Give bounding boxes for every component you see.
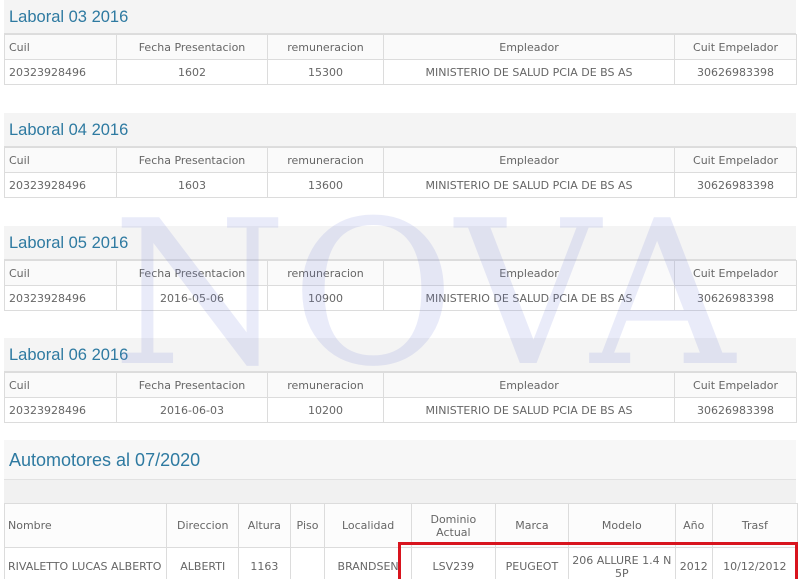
cell-altura: 1163 bbox=[238, 547, 291, 579]
cell-dominio: LSV239 bbox=[410, 547, 496, 579]
table-row: RIVALETTO LUCAS ALBERTO ALBERTI 1163 BRA… bbox=[3, 547, 799, 579]
cell-anio: 2012 bbox=[674, 547, 713, 579]
header-remuneracion: remuneracion bbox=[267, 34, 384, 60]
header-remuneracion: remuneracion bbox=[267, 260, 384, 286]
header-cuil: Cuil bbox=[4, 260, 117, 286]
cell-empleador: MINISTERIO DE SALUD PCIA DE BS AS bbox=[383, 397, 675, 423]
laboral-section-04: Laboral 04 2016 Cuil Fecha Presentacion … bbox=[4, 113, 797, 198]
header-localidad: Localidad bbox=[324, 503, 412, 548]
cell-cuit: 30626983398 bbox=[674, 59, 797, 85]
header-anio: Año bbox=[674, 503, 713, 548]
cell-marca: PEUGEOT bbox=[494, 547, 569, 579]
cell-remuneracion: 13600 bbox=[267, 172, 384, 198]
automotores-title: Automotores al 07/2020 bbox=[4, 440, 796, 480]
cell-cuit: 30626983398 bbox=[674, 172, 797, 198]
cell-nombre: RIVALETTO LUCAS ALBERTO bbox=[3, 547, 168, 579]
header-direccion: Direccion bbox=[166, 503, 240, 548]
laboral-section-03: Laboral 03 2016 Cuil Fecha Presentacion … bbox=[4, 0, 797, 85]
laboral-table: Cuil Fecha Presentacion remuneracion Emp… bbox=[4, 34, 797, 85]
header-cuil: Cuil bbox=[4, 34, 117, 60]
header-fecha: Fecha Presentacion bbox=[116, 147, 268, 173]
cell-trasf: 10/12/2012 bbox=[711, 547, 799, 579]
cell-cuil: 20323928496 bbox=[4, 285, 117, 311]
cell-cuil: 20323928496 bbox=[4, 172, 117, 198]
table-header-row: Cuil Fecha Presentacion remuneracion Emp… bbox=[4, 260, 797, 286]
header-fecha: Fecha Presentacion bbox=[116, 34, 268, 60]
cell-cuit: 30626983398 bbox=[674, 285, 797, 311]
cell-fecha: 2016-05-06 bbox=[116, 285, 268, 311]
cell-remuneracion: 10200 bbox=[267, 397, 384, 423]
laboral-section-06: Laboral 06 2016 Cuil Fecha Presentacion … bbox=[4, 338, 797, 423]
cell-cuil: 20323928496 bbox=[4, 397, 117, 423]
section-title: Laboral 06 2016 bbox=[4, 338, 796, 372]
header-cuit: Cuit Empelador bbox=[674, 372, 797, 398]
laboral-table: Cuil Fecha Presentacion remuneracion Emp… bbox=[4, 260, 797, 311]
cell-cuil: 20323928496 bbox=[4, 59, 117, 85]
header-cuit: Cuit Empelador bbox=[674, 147, 797, 173]
section-title: Laboral 03 2016 bbox=[4, 0, 796, 34]
section-title: Laboral 05 2016 bbox=[4, 226, 796, 260]
cell-fecha: 1602 bbox=[116, 59, 268, 85]
header-modelo: Modelo bbox=[567, 503, 676, 548]
cell-empleador: MINISTERIO DE SALUD PCIA DE BS AS bbox=[383, 59, 675, 85]
header-empleador: Empleador bbox=[383, 260, 675, 286]
table-header-row: Nombre Direccion Altura Piso Localidad D… bbox=[3, 503, 799, 548]
laboral-section-05: Laboral 05 2016 Cuil Fecha Presentacion … bbox=[4, 226, 797, 311]
header-empleador: Empleador bbox=[383, 147, 675, 173]
table-header-row: Cuil Fecha Presentacion remuneracion Emp… bbox=[4, 34, 797, 60]
automotores-table: Nombre Direccion Altura Piso Localidad D… bbox=[3, 503, 799, 579]
cell-remuneracion: 10900 bbox=[267, 285, 384, 311]
cell-direccion: ALBERTI bbox=[166, 547, 240, 579]
laboral-table: Cuil Fecha Presentacion remuneracion Emp… bbox=[4, 372, 797, 423]
cell-fecha: 1603 bbox=[116, 172, 268, 198]
cell-empleador: MINISTERIO DE SALUD PCIA DE BS AS bbox=[383, 285, 675, 311]
table-header-row: Cuil Fecha Presentacion remuneracion Emp… bbox=[4, 372, 797, 398]
header-empleador: Empleador bbox=[383, 372, 675, 398]
header-marca: Marca bbox=[494, 503, 569, 548]
table-header-row: Cuil Fecha Presentacion remuneracion Emp… bbox=[4, 147, 797, 173]
table-row: 20323928496 1602 15300 MINISTERIO DE SAL… bbox=[4, 59, 797, 85]
header-cuit: Cuit Empelador bbox=[674, 260, 797, 286]
table-row: 20323928496 1603 13600 MINISTERIO DE SAL… bbox=[4, 172, 797, 198]
cell-localidad: BRANDSEN bbox=[324, 547, 412, 579]
cell-fecha: 2016-06-03 bbox=[116, 397, 268, 423]
cell-empleador: MINISTERIO DE SALUD PCIA DE BS AS bbox=[383, 172, 675, 198]
cell-piso bbox=[289, 547, 326, 579]
header-fecha: Fecha Presentacion bbox=[116, 260, 268, 286]
laboral-table: Cuil Fecha Presentacion remuneracion Emp… bbox=[4, 147, 797, 198]
header-altura: Altura bbox=[238, 503, 291, 548]
header-cuit: Cuit Empelador bbox=[674, 34, 797, 60]
header-nombre: Nombre bbox=[3, 503, 168, 548]
section-title: Laboral 04 2016 bbox=[4, 113, 796, 147]
table-row: 20323928496 2016-06-03 10200 MINISTERIO … bbox=[4, 397, 797, 423]
header-fecha: Fecha Presentacion bbox=[116, 372, 268, 398]
header-trasf: Trasf bbox=[711, 503, 799, 548]
header-cuil: Cuil bbox=[4, 372, 117, 398]
cell-remuneracion: 15300 bbox=[267, 59, 384, 85]
header-remuneracion: remuneracion bbox=[267, 147, 384, 173]
header-cuil: Cuil bbox=[4, 147, 117, 173]
header-piso: Piso bbox=[289, 503, 326, 548]
header-dominio: Dominio Actual bbox=[410, 503, 496, 548]
cell-cuit: 30626983398 bbox=[674, 397, 797, 423]
header-remuneracion: remuneracion bbox=[267, 372, 384, 398]
header-empleador: Empleador bbox=[383, 34, 675, 60]
table-row: 20323928496 2016-05-06 10900 MINISTERIO … bbox=[4, 285, 797, 311]
cell-modelo: 206 ALLURE 1.4 N 5P bbox=[567, 547, 676, 579]
